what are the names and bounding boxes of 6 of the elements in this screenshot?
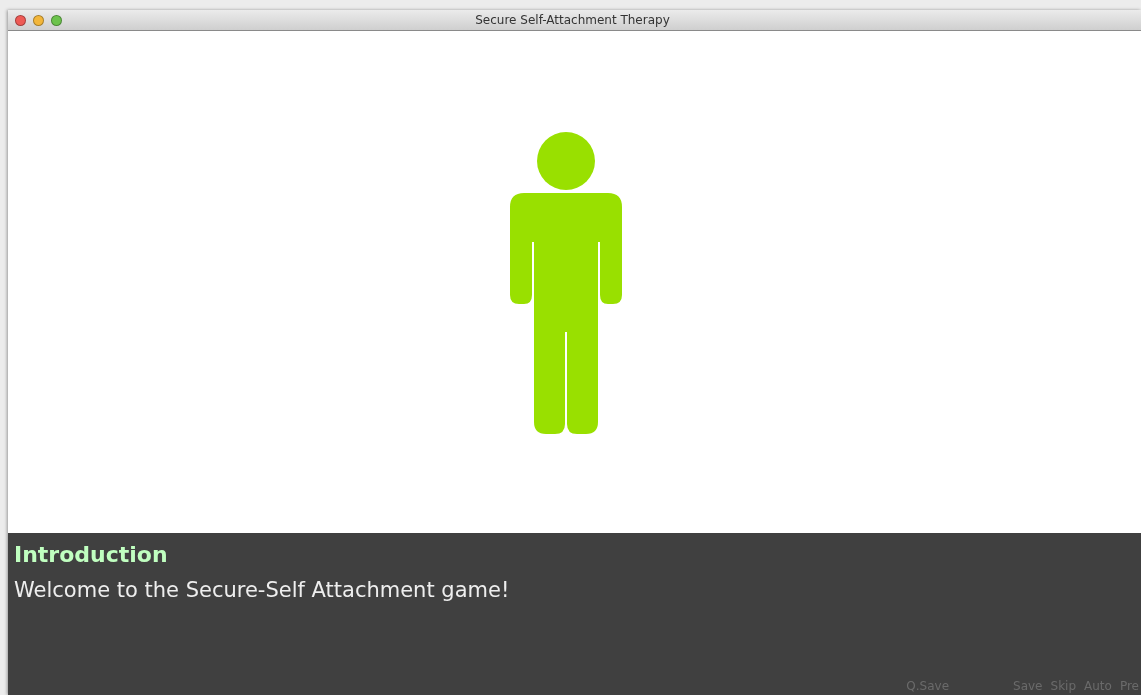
minimize-button[interactable] (33, 14, 44, 26)
zoom-button[interactable] (51, 14, 62, 26)
window-title: Secure Self-Attachment Therapy (475, 13, 670, 27)
dialogue-text: Welcome to the Secure-Self Attachment game! (14, 577, 511, 604)
speaker-name: Introduction (14, 541, 169, 569)
close-button[interactable] (15, 14, 26, 26)
